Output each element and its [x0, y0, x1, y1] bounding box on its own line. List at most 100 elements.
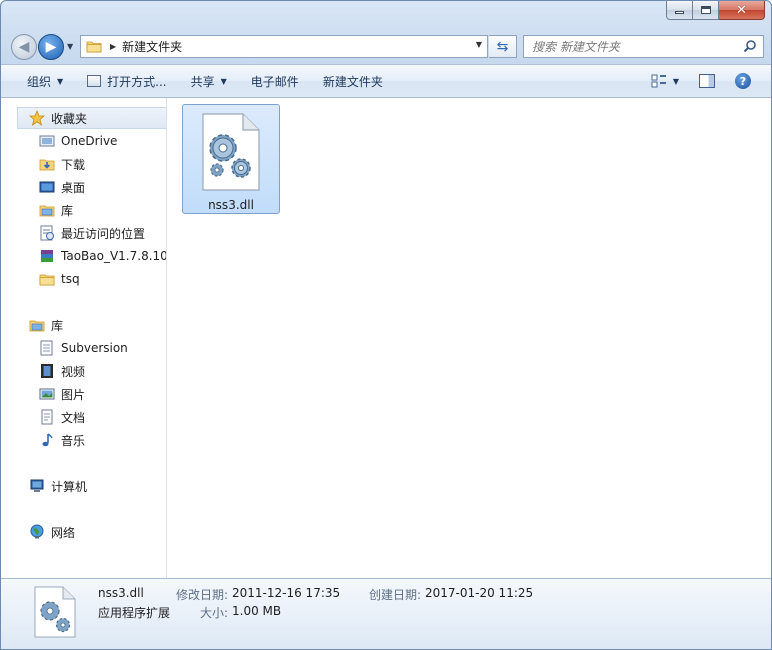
sidebar-item-subversion[interactable]: Subversion	[39, 337, 166, 359]
file-name-label: nss3.dll	[208, 198, 254, 212]
address-bar[interactable]: ▶ 新建文件夹 ▼	[80, 35, 488, 58]
sidebar-item-downloads[interactable]: 下载	[39, 153, 166, 175]
desktop-icon	[39, 181, 55, 193]
details-file-type: 应用程序扩展	[98, 606, 171, 620]
sidebar-item-computer[interactable]: 计算机	[29, 475, 166, 497]
help-icon[interactable]: ?	[735, 73, 751, 89]
recent-locations-chevron-down-icon[interactable]: ▼	[67, 42, 73, 51]
sidebar-item-libraries[interactable]: 库	[29, 314, 166, 336]
details-size-value: 1.00 MB	[232, 604, 282, 618]
forward-arrow-icon: ▶	[45, 39, 57, 55]
sidebar-item-library[interactable]: 库	[39, 199, 166, 221]
refresh-icon: ⇆	[496, 38, 509, 55]
details-created-value: 2017-01-20 11:25	[425, 586, 534, 600]
sidebar-item-label: 库	[51, 318, 64, 333]
open-with-label: 打开方式...	[107, 74, 167, 89]
details-pane: nss3.dll 应用程序扩展 修改日期: 2011-12-16 17:35 大…	[1, 578, 771, 649]
folder-icon	[86, 41, 102, 53]
sidebar-item-label: 下载	[61, 157, 86, 172]
video-icon	[41, 364, 53, 378]
view-controls: ▼ ?	[651, 65, 771, 97]
chevron-down-icon: ▼	[220, 76, 227, 86]
music-icon	[42, 433, 53, 447]
subversion-icon	[40, 340, 53, 356]
organize-label: 组织	[27, 74, 52, 89]
sidebar-item-network[interactable]: 网络	[29, 521, 166, 543]
back-button[interactable]: ◀	[11, 34, 37, 60]
onedrive-icon	[39, 135, 55, 147]
sidebar-item-documents[interactable]: 文档	[39, 406, 166, 428]
archive-icon	[41, 250, 53, 262]
sidebar-item-label: 网络	[51, 525, 76, 540]
sidebar-item-music[interactable]: 音乐	[39, 429, 166, 451]
sidebar-item-label: 图片	[61, 387, 86, 402]
change-view-icon[interactable]	[651, 74, 667, 88]
library-icon	[39, 205, 55, 217]
star-icon	[29, 110, 45, 126]
details-size-label: 大小:	[200, 606, 229, 620]
details-modified-label: 修改日期:	[176, 588, 229, 602]
new-folder-button[interactable]: 新建文件夹	[311, 65, 395, 97]
minimize-icon	[675, 11, 684, 14]
sidebar-item-label: 库	[61, 203, 74, 218]
sidebar-item-label: 最近访问的位置	[61, 226, 146, 241]
details-modified-value: 2011-12-16 17:35	[232, 586, 341, 600]
recent-places-icon	[40, 225, 54, 241]
sidebar-item-label: tsq	[61, 272, 80, 286]
main-area: 收藏夹 OneDrive 下载 桌面 库 最近访问的位置 TaoBao_V1.7…	[1, 98, 771, 578]
sidebar-item-tsq[interactable]: tsq	[39, 268, 166, 290]
dll-gear-icon	[202, 113, 260, 191]
sidebar-item-label: Subversion	[61, 341, 128, 355]
details-file-name: nss3.dll	[98, 586, 144, 600]
sidebar-item-taobao[interactable]: TaoBao_V1.7.8.10_	[39, 245, 166, 267]
back-arrow-icon: ◀	[18, 39, 30, 55]
forward-button[interactable]: ▶	[38, 34, 64, 60]
sidebar-item-desktop[interactable]: 桌面	[39, 176, 166, 198]
minimize-button[interactable]	[666, 1, 693, 20]
explorer-window: ✕ ◀ ▶ ▼ ▶ 新建文件夹 ▼ ⇆ 搜索 新建文件夹 组织 ▼ 打开方式..…	[0, 0, 772, 650]
downloads-folder-icon	[39, 159, 55, 171]
sidebar-item-label: 收藏夹	[51, 111, 88, 126]
file-list-pane[interactable]: nss3.dll	[167, 98, 767, 578]
open-with-icon	[87, 75, 102, 87]
breadcrumb-current-folder[interactable]: 新建文件夹	[122, 38, 182, 55]
new-folder-label: 新建文件夹	[322, 74, 383, 89]
search-input[interactable]	[532, 39, 742, 54]
sidebar-item-recent-places[interactable]: 最近访问的位置	[39, 222, 166, 244]
sidebar-item-onedrive[interactable]: OneDrive	[39, 130, 166, 152]
preview-pane-icon[interactable]	[699, 74, 715, 88]
navigation-row: ◀ ▶ ▼ ▶ 新建文件夹 ▼ ⇆	[1, 29, 771, 65]
file-item-nss3-dll[interactable]: nss3.dll	[182, 104, 280, 214]
network-icon	[30, 524, 44, 539]
sidebar-item-pictures[interactable]: 图片	[39, 383, 166, 405]
search-icon[interactable]	[743, 39, 757, 53]
caption-buttons: ✕	[666, 1, 765, 20]
address-history-chevron-down-icon[interactable]: ▼	[476, 40, 482, 49]
share-menu-button[interactable]: 共享 ▼	[179, 65, 239, 97]
sidebar-item-videos[interactable]: 视频	[39, 360, 166, 382]
sidebar-item-label: OneDrive	[61, 134, 118, 148]
maximize-button[interactable]	[693, 1, 719, 20]
sidebar-item-label: 音乐	[61, 433, 86, 448]
sidebar-item-label: 视频	[61, 364, 86, 379]
close-button[interactable]: ✕	[719, 1, 765, 20]
computer-icon	[30, 479, 44, 492]
refresh-button[interactable]: ⇆	[489, 35, 517, 58]
sidebar-item-label: 桌面	[61, 180, 86, 195]
close-icon: ✕	[736, 2, 747, 18]
breadcrumb-separator-icon[interactable]: ▶	[110, 42, 116, 51]
search-box[interactable]	[523, 35, 764, 58]
document-icon	[41, 409, 53, 425]
maximize-icon	[700, 6, 711, 14]
organize-menu-button[interactable]: 组织 ▼	[15, 65, 75, 97]
sidebar-item-label: 文档	[61, 410, 86, 425]
navigation-pane: 收藏夹 OneDrive 下载 桌面 库 最近访问的位置 TaoBao_V1.7…	[9, 98, 167, 578]
open-with-button[interactable]: 打开方式...	[75, 65, 178, 97]
chevron-down-icon: ▼	[57, 76, 64, 86]
sidebar-item-favorites[interactable]: 收藏夹	[17, 107, 166, 129]
view-options-chevron-down-icon[interactable]: ▼	[673, 77, 679, 86]
dll-gear-icon	[34, 586, 76, 638]
email-label: 电子邮件	[250, 74, 299, 89]
email-button[interactable]: 电子邮件	[239, 65, 311, 97]
command-bar: 组织 ▼ 打开方式... 共享 ▼ 电子邮件 新建文件夹 ▼ ?	[1, 64, 771, 98]
